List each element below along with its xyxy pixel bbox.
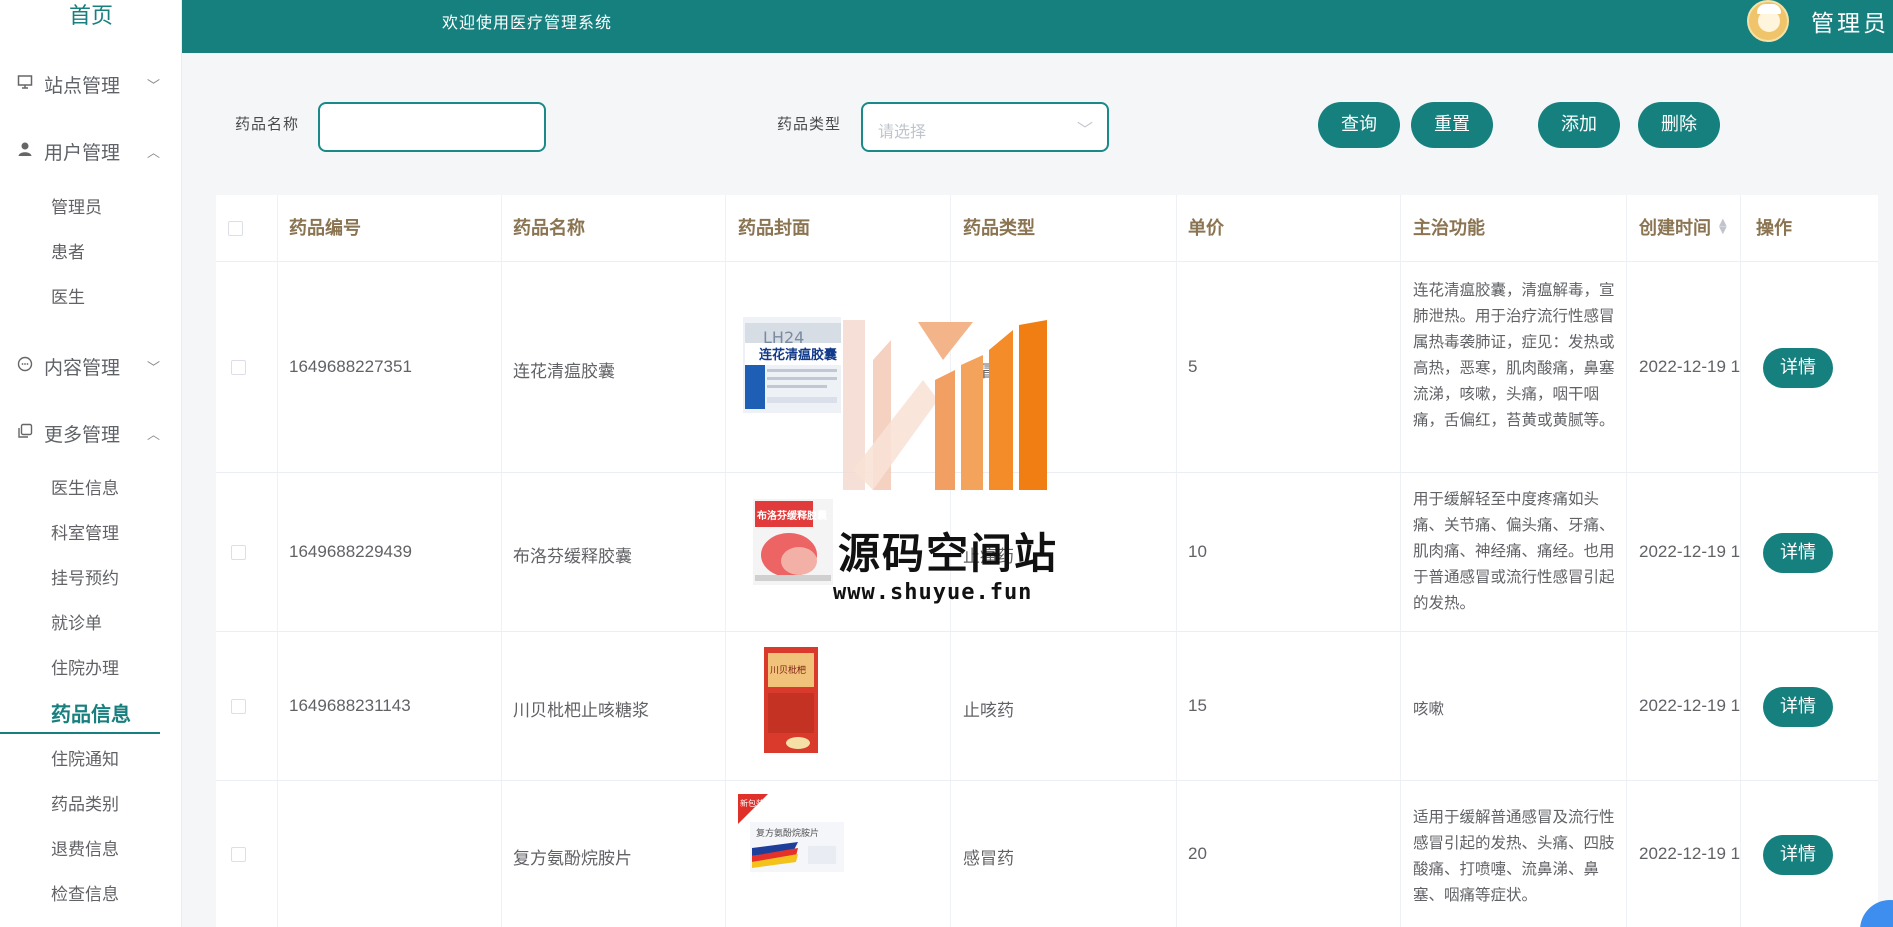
chevron-down-icon: ﹀ [1076,120,1093,139]
cell-created: 2022-12-19 1 [1639,844,1741,863]
svg-text:川贝枇杷: 川贝枇杷 [770,664,806,676]
sidebar-group-content[interactable]: 内容管理 ﹀ [0,346,182,386]
cell-id: 1649688229439 [289,542,412,561]
drug-cover-image: 川贝枇杷 [758,645,824,755]
cell-name: 布洛芬缓释胶囊 [513,547,632,567]
svg-text:复方氨酚烷胺片: 复方氨酚烷胺片 [756,827,819,839]
add-button[interactable]: 添加 [1538,102,1620,148]
chat-icon [14,356,36,377]
sidebar-item-drug-category[interactable]: 药品类别 [0,785,160,825]
row-checkbox[interactable] [231,847,246,862]
sidebar-home[interactable]: 首页 [0,0,182,36]
select-all-checkbox[interactable] [228,221,243,236]
cell-name: 连花清瘟胶囊 [513,362,615,382]
cell-function: 连花清瘟胶囊，清瘟解毒，宣肺泄热。用于治疗流行性感冒属热毒袭肺证，症见：发热或高… [1413,281,1615,429]
col-cover: 药品封面 [738,195,810,262]
drug-cover-image: 布洛芬缓释胶囊 [751,495,835,590]
user-icon [14,141,36,162]
svg-text:新包装: 新包装 [740,798,764,808]
col-type: 药品类型 [963,195,1035,262]
chevron-up-icon: ︿ [147,427,161,443]
row-checkbox[interactable] [231,699,246,714]
top-header: 欢迎使用医疗管理系统 管理员 [182,0,1893,53]
col-actions: 操作 [1756,195,1792,262]
sidebar-item-patient[interactable]: 患者 [0,233,160,273]
cell-price: 5 [1188,357,1198,376]
sidebar-group-label: 站点管理 [44,74,121,97]
watermark-title: 源码空间站 [838,529,1059,578]
sidebar-item-admission-notice[interactable]: 住院通知 [0,740,160,780]
welcome-text: 欢迎使用医疗管理系统 [442,13,613,32]
sidebar-item-hospitalization[interactable]: 住院办理 [0,649,160,689]
cell-id: 1649688227351 [289,357,412,376]
col-function: 主治功能 [1413,195,1485,262]
copy-icon [14,423,36,444]
sidebar-item-doctor[interactable]: 医生 [0,278,160,318]
sidebar-item-admin[interactable]: 管理员 [0,188,160,228]
cell-price: 10 [1188,542,1207,561]
cell-function: 适用于缓解普通感冒及流行性感冒引起的发热、头痛、四肢酸痛、打喷嚏、流鼻涕、鼻塞、… [1413,808,1615,904]
sort-icon[interactable]: ▲ ▼ [1719,218,1727,236]
sidebar-item-refund[interactable]: 退费信息 [0,830,160,870]
cell-price: 20 [1188,844,1207,863]
watermark-logo [843,320,1047,490]
user-name[interactable]: 管理员 [1811,4,1889,38]
row-checkbox[interactable] [231,545,246,560]
drug-name-input[interactable] [318,102,546,152]
sidebar-item-examination[interactable]: 检查信息 [0,875,160,915]
sidebar-item-registration[interactable]: 挂号预约 [0,559,160,599]
select-placeholder: 请选择 [878,122,927,141]
drug-cover-image: 新包装 复方氨酚烷胺片 [738,792,848,877]
cell-function: 咳嗽 [1413,700,1445,718]
sidebar-group-label: 内容管理 [44,356,121,379]
svg-text:连花清瘟胶囊: 连花清瘟胶囊 [759,347,838,363]
col-id: 药品编号 [289,195,361,262]
sidebar-group-label: 用户管理 [44,141,121,164]
cell-type: 感冒药 [963,849,1014,869]
drug-name-label: 药品名称 [235,115,300,133]
chevron-up-icon: ︿ [147,145,161,161]
chevron-down-icon: ﹀ [147,78,161,94]
sidebar-group-label: 更多管理 [44,423,121,446]
avatar[interactable] [1747,0,1789,42]
col-price: 单价 [1188,195,1224,262]
sidebar: 首页 站点管理 ﹀ 用户管理 ︿ 管理员 患者 医生 内容管理 ﹀ 更多管理 ︿… [0,0,182,927]
reset-button[interactable]: 重置 [1411,102,1493,148]
watermark-url: www.shuyue.fun [833,580,1033,605]
sidebar-group-users[interactable]: 用户管理 ︿ [0,131,182,171]
cell-id: 1649688231143 [289,696,411,715]
sidebar-item-department[interactable]: 科室管理 [0,514,160,554]
chevron-down-icon: ﹀ [147,360,161,376]
cell-function: 用于缓解轻至中度疼痛如头痛、关节痛、偏头痛、牙痛、肌肉痛、神经痛、痛经。也用于普… [1413,490,1615,612]
cell-name: 川贝枇杷止咳糖浆 [513,701,649,721]
cell-created: 2022-12-19 1 [1639,542,1741,561]
drug-cover-image: LH24 连花清瘟胶囊 [741,313,845,417]
monitor-icon [14,74,36,95]
detail-button[interactable]: 详情 [1763,687,1833,727]
detail-button[interactable]: 详情 [1763,835,1833,875]
svg-text:布洛芬缓释胶囊: 布洛芬缓释胶囊 [757,509,828,522]
sidebar-group-more[interactable]: 更多管理 ︿ [0,413,182,453]
cell-price: 15 [1188,696,1207,715]
cell-created: 2022-12-19 1 [1639,357,1741,376]
sidebar-item-doctor-info[interactable]: 医生信息 [0,469,160,509]
cell-created: 2022-12-19 1 [1639,696,1741,715]
cell-type: 止咳药 [963,701,1014,721]
sidebar-item-drug-info[interactable]: 药品信息 [0,694,160,734]
cell-name: 复方氨酚烷胺片 [513,849,632,869]
detail-button[interactable]: 详情 [1763,533,1833,573]
drug-type-select[interactable]: 请选择 ﹀ [861,102,1109,152]
drug-type-label: 药品类型 [777,115,842,133]
col-created[interactable]: 创建时间 [1639,195,1711,262]
detail-button[interactable]: 详情 [1763,348,1833,388]
col-name: 药品名称 [513,195,585,262]
row-checkbox[interactable] [231,360,246,375]
delete-button[interactable]: 删除 [1638,102,1720,148]
sidebar-item-visit[interactable]: 就诊单 [0,604,160,644]
sidebar-group-site[interactable]: 站点管理 ﹀ [0,64,182,104]
query-button[interactable]: 查询 [1318,102,1400,148]
